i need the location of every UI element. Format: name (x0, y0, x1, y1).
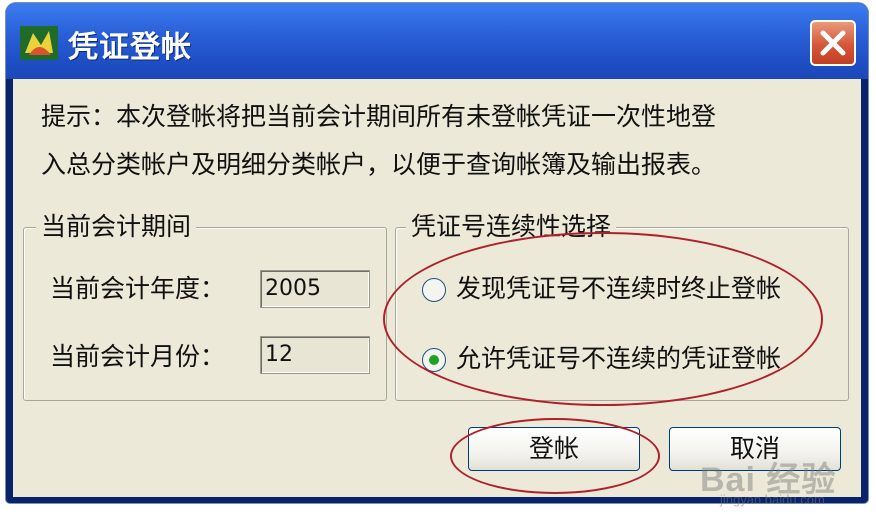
year-label: 当前会计年度： (50, 274, 226, 303)
hint-line-1: 提示：本次登帐将把当前会计期间所有未登帐凭证一次性地登 (41, 102, 717, 131)
continuity-group: 凭证号连续性选择 发现凭证号不连续时终止登帐 允许凭证号不连续的凭证登帐 (395, 212, 849, 401)
radio-button[interactable] (422, 278, 446, 302)
radio-label[interactable]: 允许凭证号不连续的凭证登帐 (456, 344, 781, 374)
close-icon (820, 30, 846, 56)
period-group-legend: 当前会计期间 (36, 212, 197, 242)
month-field: 12 (260, 336, 370, 374)
hint-text: 提示：本次登帐将把当前会计期间所有未登帐凭证一次性地登 入总分类帐户及明细分类帐… (41, 93, 841, 189)
post-button[interactable]: 登帐 (468, 427, 640, 471)
year-field: 2005 (260, 270, 370, 308)
app-icon (20, 26, 58, 60)
close-button[interactable] (810, 20, 856, 66)
dialog-content: 提示：本次登帐将把当前会计期间所有未登帐凭证一次性地登 入总分类帐户及明细分类帐… (13, 79, 861, 497)
window-title: 凭证登帐 (68, 30, 192, 65)
continuity-group-legend: 凭证号连续性选择 (406, 212, 617, 242)
title-bar[interactable]: 凭证登帐 (6, 3, 868, 79)
radio-label[interactable]: 发现凭证号不连续时终止登帐 (456, 274, 781, 304)
watermark-url: jingyan.baidu.com (720, 492, 825, 507)
month-label: 当前会计月份： (50, 342, 226, 371)
radio-button[interactable] (422, 348, 446, 372)
hint-line-2: 入总分类帐户及明细分类帐户，以便于查询帐簿及输出报表。 (41, 150, 717, 179)
period-group: 当前会计期间 当前会计年度： 2005 当前会计月份： 12 (23, 212, 387, 401)
dialog-window: 凭证登帐 提示：本次登帐将把当前会计期间所有未登帐凭证一次性地登 入总分类帐户及… (6, 3, 868, 503)
